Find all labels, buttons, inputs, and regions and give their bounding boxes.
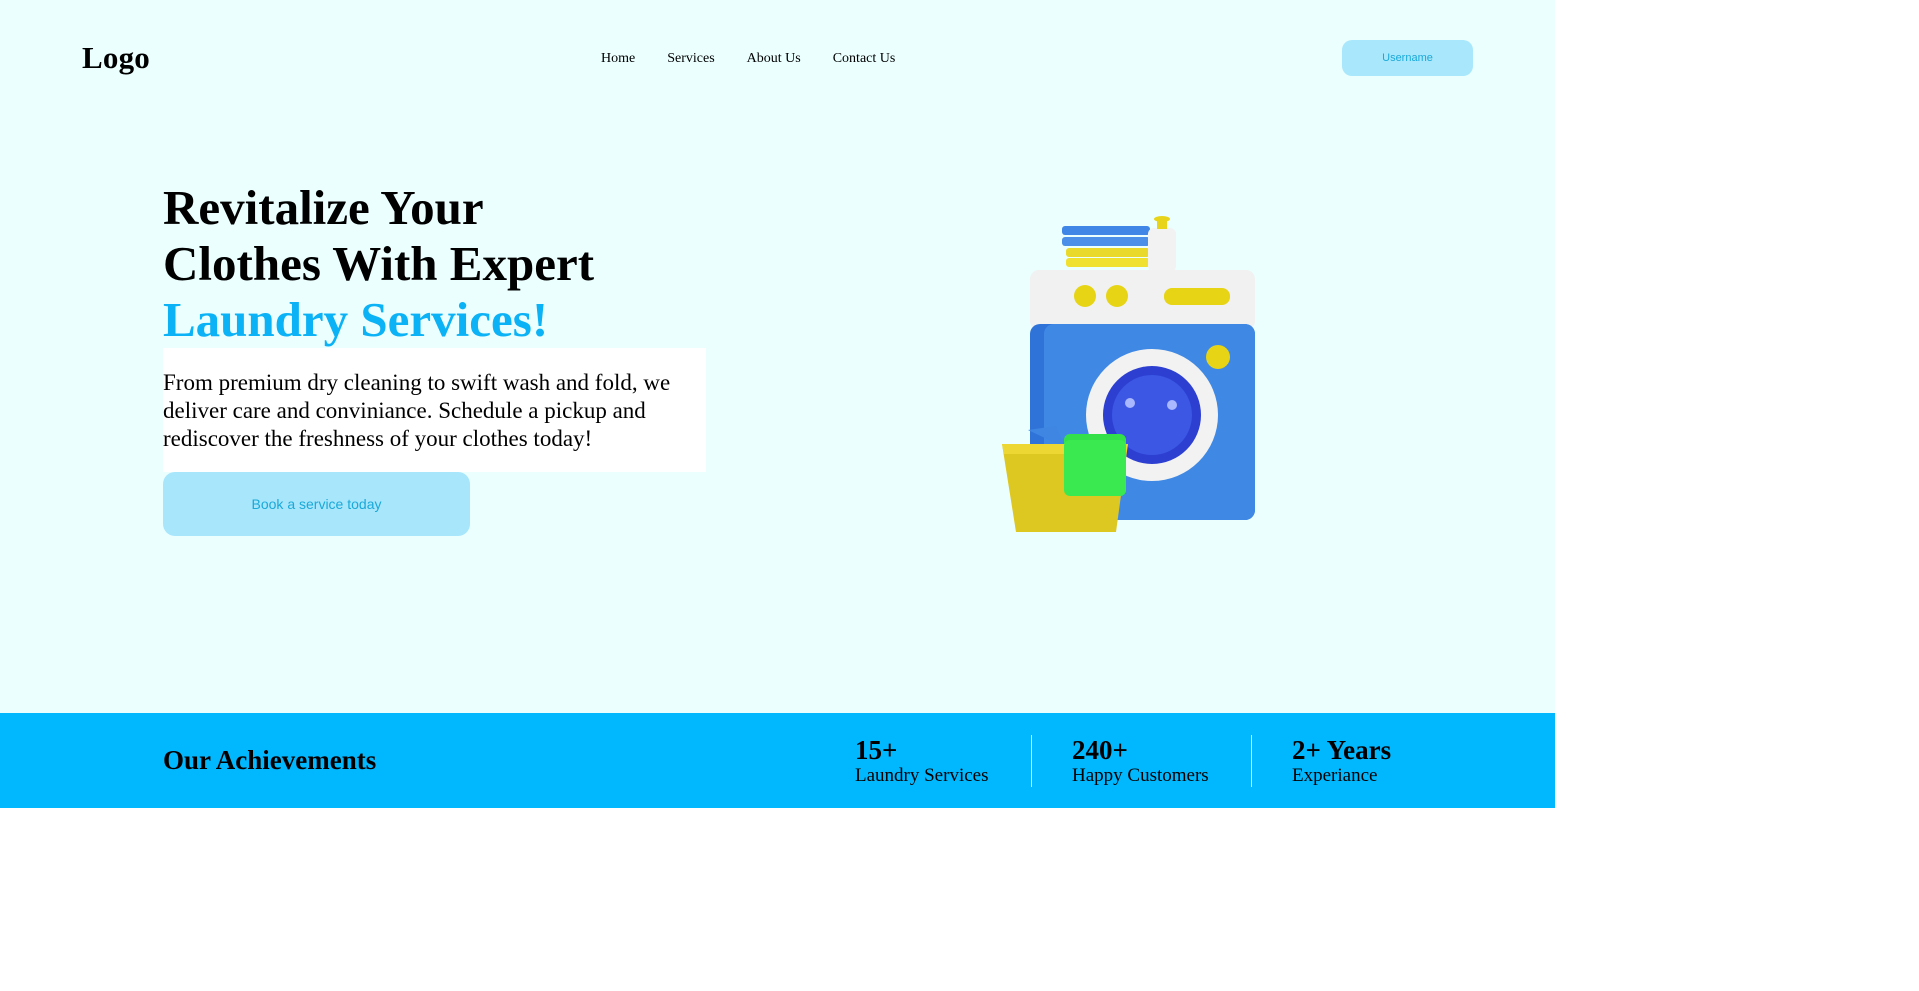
hero-title-line-2: Clothes With Expert — [163, 236, 595, 291]
hero-title-line-3: Laundry Services! — [163, 292, 549, 347]
book-service-button[interactable]: Book a service today — [163, 472, 470, 536]
nav-about-us[interactable]: About Us — [747, 51, 801, 67]
washing-machine-illustration — [1002, 216, 1255, 532]
stat-laundry-services: 15+ Laundry Services — [855, 734, 988, 786]
logo[interactable]: Logo — [82, 40, 150, 76]
stat-happy-customers: 240+ Happy Customers — [1072, 734, 1209, 786]
page: Logo Home Services About Us Contact Us U… — [0, 0, 1555, 991]
username-button[interactable]: Username — [1342, 40, 1473, 76]
nav-contact-us[interactable]: Contact Us — [833, 51, 896, 67]
main-nav: Home Services About Us Contact Us — [601, 51, 895, 67]
page-footer-area — [0, 808, 1555, 991]
stat-label: Happy Customers — [1072, 765, 1209, 786]
stat-value: 2+ Years — [1292, 735, 1392, 765]
stat-label: Experiance — [1292, 765, 1378, 786]
nav-home[interactable]: Home — [601, 51, 635, 67]
nav-services[interactable]: Services — [667, 51, 714, 67]
stat-value: 240+ — [1072, 735, 1128, 765]
achievements-title: Our Achievements — [163, 745, 377, 775]
stat-experience: 2+ Years Experiance — [1292, 734, 1391, 786]
hero-title: Revitalize Your Clothes With Expert Laun… — [163, 180, 594, 348]
hero-description: From premium dry cleaning to swift wash … — [163, 370, 671, 451]
stat-value: 15+ — [855, 735, 898, 765]
hero-title-line-1: Revitalize Your — [163, 180, 484, 235]
blank-area — [1555, 0, 1919, 991]
stat-label: Laundry Services — [855, 765, 989, 786]
stat-divider — [1031, 735, 1032, 787]
stat-divider — [1251, 735, 1252, 787]
